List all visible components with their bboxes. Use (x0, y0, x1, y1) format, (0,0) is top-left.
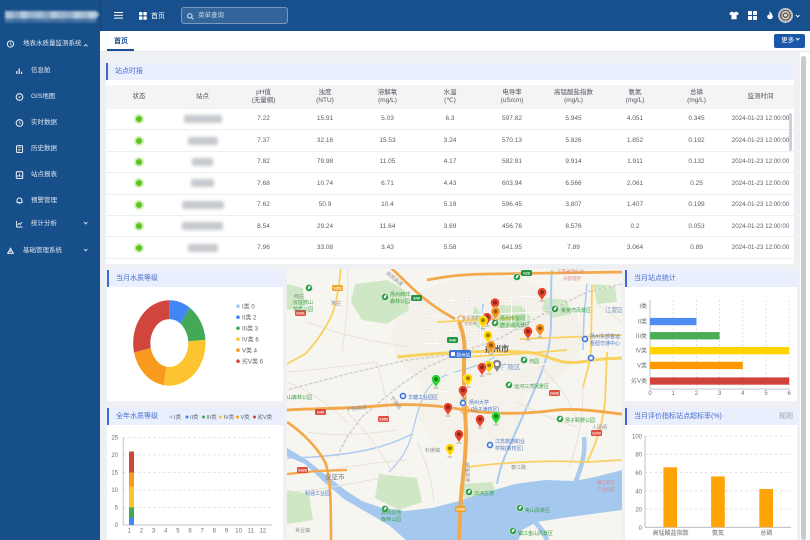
svg-text:0: 0 (648, 391, 652, 397)
svg-text:仪征市: 仪征市 (325, 472, 345, 481)
svg-text:镇江新区: 镇江新区 (597, 479, 615, 486)
svg-text:4: 4 (164, 529, 168, 535)
svg-text:6: 6 (788, 391, 792, 397)
svg-text:I类 0: I类 0 (242, 303, 255, 311)
svg-text:大明寺: 大明寺 (464, 320, 477, 327)
svg-text:0: 0 (639, 526, 643, 532)
svg-text:II类: II类 (638, 318, 647, 326)
svg-text:G328: G328 (298, 469, 307, 473)
svg-text:利涵工业园: 利涵工业园 (305, 490, 330, 497)
svg-text:9: 9 (225, 529, 229, 535)
svg-text:100: 100 (632, 435, 643, 441)
svg-text:西庄: 西庄 (294, 293, 304, 300)
svg-text:V类 4: V类 4 (242, 347, 258, 355)
svg-text:7: 7 (201, 529, 205, 535)
svg-text:扬州东部客运: 扬州东部客运 (590, 333, 620, 340)
svg-text:劣V类: 劣V类 (258, 413, 273, 421)
svg-text:S353: S353 (333, 287, 341, 291)
svg-text:15: 15 (111, 471, 118, 477)
svg-text:总磷: 总磷 (760, 529, 772, 537)
svg-text:运河三湾风景区: 运河三湾风景区 (514, 383, 549, 390)
svg-text:II类 2: II类 2 (242, 314, 257, 322)
svg-text:20: 20 (111, 453, 118, 459)
svg-text:20: 20 (635, 508, 642, 514)
svg-text:25: 25 (111, 436, 118, 442)
svg-text:1: 1 (128, 529, 132, 535)
svg-text:扬子颐野公园: 扬子颐野公园 (565, 417, 595, 424)
svg-text:60: 60 (635, 471, 642, 477)
svg-text:0: 0 (115, 523, 119, 529)
svg-text:扬溧高速: 扬溧高速 (463, 462, 471, 482)
svg-text:扬州市蜀冈: 扬州市蜀冈 (500, 315, 525, 322)
svg-text:5: 5 (176, 529, 180, 535)
svg-text:8: 8 (213, 529, 217, 535)
svg-text:III类 3: III类 3 (242, 325, 259, 333)
svg-text:V类: V类 (637, 361, 647, 369)
svg-text:S28: S28 (523, 272, 529, 276)
svg-text:I类: I类 (639, 302, 647, 310)
svg-text:镇江金山风景区: 镇江金山风景区 (518, 530, 553, 537)
svg-text:地质公园: 地质公园 (293, 306, 313, 313)
svg-text:3: 3 (152, 529, 156, 535)
svg-text:IV类: IV类 (635, 347, 647, 355)
svg-text:2: 2 (140, 529, 144, 535)
svg-text:6: 6 (188, 529, 192, 535)
svg-text:12: 12 (260, 529, 267, 535)
svg-text:产业园区: 产业园区 (597, 486, 615, 493)
svg-text:S49: S49 (449, 339, 455, 343)
svg-text:S353: S353 (379, 418, 387, 422)
svg-text:高锰酸盐指数: 高锰酸盐指数 (653, 529, 689, 537)
svg-text:世业镇: 世业镇 (295, 527, 310, 534)
svg-text:5: 5 (764, 391, 768, 397)
svg-text:森林公园: 森林公园 (381, 516, 401, 523)
svg-text:山森林公园: 山森林公园 (287, 394, 312, 401)
svg-text:洲管理所: 洲管理所 (563, 275, 581, 282)
svg-text:扬州大学: 扬州大学 (469, 399, 489, 406)
svg-text:瓜洲古渡: 瓜洲古渡 (474, 490, 494, 497)
svg-text:5: 5 (115, 506, 119, 512)
svg-text:劣V类 6: 劣V类 6 (242, 358, 264, 366)
svg-text:氨氮: 氨氮 (712, 529, 724, 537)
svg-text:IV类: IV类 (224, 413, 235, 421)
svg-text:枢纽交通中心: 枢纽交通中心 (590, 340, 620, 347)
svg-text:2: 2 (695, 391, 699, 397)
svg-text:I类: I类 (174, 413, 182, 421)
svg-text:40: 40 (635, 489, 642, 495)
svg-text:学院(新校区): 学院(新校区) (495, 445, 524, 452)
svg-text:IV类 6: IV类 6 (242, 336, 259, 344)
svg-text:润扬湿地: 润扬湿地 (381, 509, 401, 516)
svg-text:人民闸: 人民闸 (592, 424, 607, 431)
svg-text:广陵区: 广陵区 (501, 362, 521, 371)
svg-text:茱萸湾风景区: 茱萸湾风景区 (561, 307, 591, 314)
svg-text:S243: S243 (592, 432, 600, 436)
svg-text:江苏旅游职业: 江苏旅游职业 (495, 438, 525, 445)
svg-text:G233: G233 (550, 392, 559, 396)
svg-text:劣V类: 劣V类 (631, 377, 647, 385)
svg-text:II类: II类 (190, 413, 199, 421)
svg-text:华糖工业园区: 华糖工业园区 (408, 394, 438, 401)
svg-text:10: 10 (111, 488, 118, 494)
svg-text:III类: III类 (636, 332, 647, 340)
svg-text:1: 1 (672, 391, 676, 397)
svg-text:S49: S49 (413, 297, 419, 301)
svg-text:4: 4 (741, 391, 745, 397)
svg-text:10: 10 (235, 529, 242, 535)
svg-text:何园: 何园 (529, 358, 539, 365)
svg-text:V类: V类 (241, 413, 251, 421)
svg-text:森林公园: 森林公园 (390, 298, 410, 305)
svg-text:G40: G40 (317, 411, 324, 415)
svg-text:11: 11 (248, 529, 255, 535)
svg-text:III类: III类 (207, 413, 218, 421)
svg-text:焦山风景区: 焦山风景区 (525, 507, 550, 514)
svg-text:江都区: 江都区 (605, 306, 622, 314)
svg-text:3: 3 (718, 391, 722, 397)
svg-text:X090: X090 (456, 508, 464, 512)
svg-text:80: 80 (635, 453, 642, 459)
svg-text:扬州站: 扬州站 (457, 352, 471, 359)
svg-text:朱庄: 朱庄 (331, 300, 341, 307)
svg-text:仪征捺山: 仪征捺山 (293, 299, 313, 306)
svg-text:朴席镇: 朴席镇 (425, 447, 440, 454)
svg-text:扬州西郊: 扬州西郊 (390, 291, 410, 298)
svg-text:春江路: 春江路 (511, 464, 526, 471)
